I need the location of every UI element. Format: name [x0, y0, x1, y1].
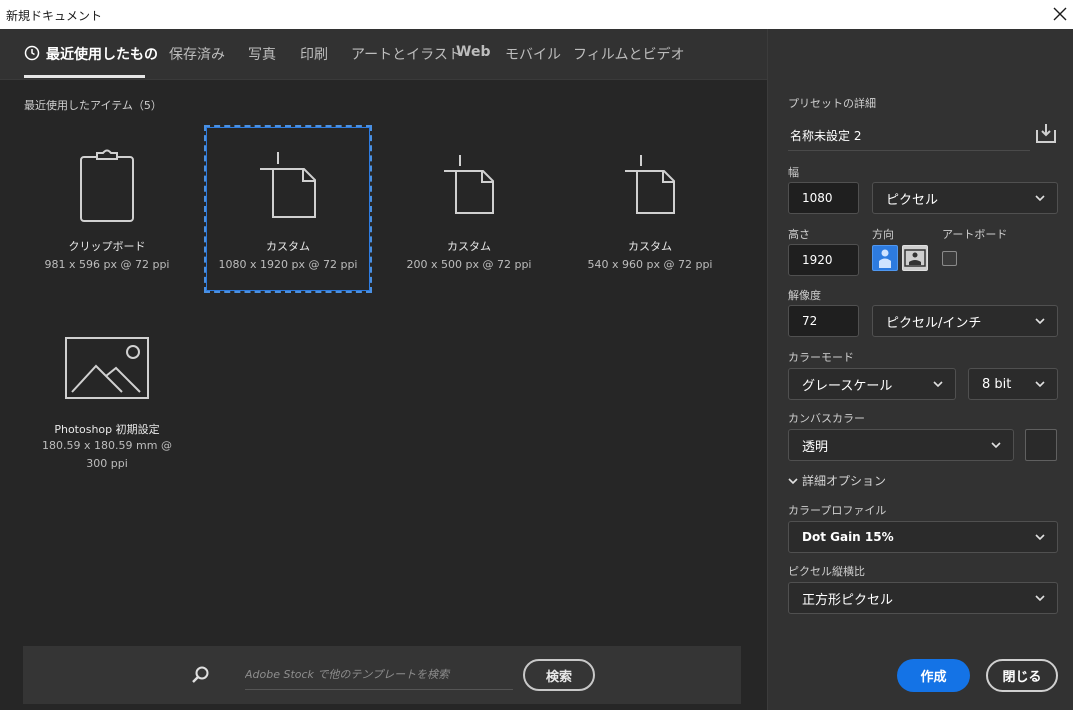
tab-photo[interactable]: 写真 [248, 44, 276, 64]
chevron-down-icon [1035, 595, 1045, 602]
active-tab-indicator [24, 75, 145, 78]
resolution-unit-select[interactable]: ピクセル/インチ [872, 305, 1058, 337]
preset-details-panel: プリセットの詳細 名称未設定 2 幅 1080 ピクセル 高さ 方向 アートボー… [767, 29, 1073, 710]
tab-mobile[interactable]: モバイル [505, 44, 561, 64]
search-icon [192, 666, 209, 683]
panel-header: プリセットの詳細 [788, 97, 876, 110]
color-mode-value: グレースケール [802, 378, 893, 394]
image-placeholder-icon [65, 337, 149, 399]
canvas-color-swatch[interactable] [1025, 429, 1057, 461]
clipboard-icon [80, 149, 134, 222]
advanced-options-label: 詳細オプション [802, 474, 887, 488]
tab-web[interactable]: Web [456, 44, 490, 60]
new-document-icon [444, 155, 494, 214]
preset-name: カスタム [266, 240, 310, 253]
canvas-color-label: カンバスカラー [788, 412, 865, 425]
preset-name: カスタム [447, 240, 491, 253]
color-mode-label: カラーモード [788, 351, 854, 364]
search-button[interactable]: 検索 [523, 659, 595, 691]
height-label: 高さ [788, 228, 810, 241]
create-button[interactable]: 作成 [897, 659, 970, 692]
color-profile-select[interactable]: Dot Gain 15% [788, 521, 1058, 553]
section-title: 最近使用したアイテム（5） [24, 99, 162, 112]
chevron-down-icon [1035, 534, 1045, 541]
preset-custom-540x960[interactable]: カスタム 540 x 960 px @ 72 ppi [566, 125, 734, 293]
chevron-down-icon [1035, 318, 1045, 325]
landscape-icon [904, 249, 926, 267]
preset-name: クリップボード [68, 240, 146, 253]
new-document-icon [625, 155, 675, 214]
save-preset-icon[interactable] [1034, 121, 1058, 145]
chevron-down-icon [788, 477, 798, 484]
preset-clipboard[interactable]: クリップボード 981 x 596 px @ 72 ppi [23, 125, 191, 293]
pixel-aspect-label: ピクセル縦横比 [788, 565, 865, 578]
orientation-label: 方向 [872, 228, 894, 241]
height-input[interactable]: 1920 [788, 244, 859, 276]
preset-photoshop-default[interactable]: Photoshop 初期設定 180.59 x 180.59 mm @ 300 … [23, 328, 191, 496]
bit-depth-select[interactable]: 8 bit [968, 368, 1058, 400]
stock-search-input[interactable] [245, 660, 513, 690]
new-document-icon [260, 152, 316, 218]
preset-spec: 1080 x 1920 px @ 72 ppi [218, 258, 358, 271]
preset-custom-1080x1920[interactable]: カスタム 1080 x 1920 px @ 72 ppi [204, 125, 372, 293]
color-profile-value: Dot Gain 15% [802, 530, 894, 544]
stock-search-bar: 検索 [23, 646, 741, 704]
close-icon[interactable] [1051, 5, 1069, 23]
width-label: 幅 [788, 166, 799, 179]
window-title: 新規ドキュメント [6, 9, 103, 23]
chevron-down-icon [991, 442, 1001, 449]
preset-spec: 180.59 x 180.59 mm @ 300 ppi [42, 439, 172, 470]
tab-art-illustration[interactable]: アートとイラスト [351, 44, 462, 64]
chevron-down-icon [1035, 381, 1045, 388]
advanced-options-toggle[interactable]: 詳細オプション [788, 472, 886, 489]
bit-depth-value: 8 bit [982, 376, 1012, 392]
resolution-unit-value: ピクセル/インチ [886, 315, 982, 331]
title-bar: 新規ドキュメント [0, 0, 1073, 29]
preset-name: カスタム [628, 240, 672, 253]
width-unit-value: ピクセル [886, 192, 939, 208]
color-profile-label: カラープロファイル [788, 504, 887, 517]
tab-label: 最近使用したもの [46, 47, 158, 63]
preset-name-input[interactable]: 名称未設定 2 [788, 119, 1030, 151]
pixel-aspect-select[interactable]: 正方形ピクセル [788, 582, 1058, 614]
orientation-landscape-button[interactable] [902, 245, 928, 271]
recent-items-area: 最近使用したアイテム（5） クリップボード 981 x 596 px @ 72 … [0, 80, 767, 710]
tab-saved[interactable]: 保存済み [169, 44, 225, 64]
color-mode-select[interactable]: グレースケール [788, 368, 956, 400]
close-button[interactable]: 閉じる [986, 659, 1058, 692]
clock-icon [24, 45, 40, 61]
portrait-icon [879, 249, 891, 268]
canvas-color-value: 透明 [802, 439, 829, 455]
preset-spec: 981 x 596 px @ 72 ppi [44, 258, 170, 271]
orientation-portrait-button[interactable] [872, 245, 898, 271]
preset-spec: 540 x 960 px @ 72 ppi [587, 258, 713, 271]
preset-custom-200x500[interactable]: カスタム 200 x 500 px @ 72 ppi [385, 125, 553, 293]
width-input[interactable]: 1080 [788, 182, 859, 214]
chevron-down-icon [933, 381, 943, 388]
tab-film-video[interactable]: フィルムとビデオ [573, 44, 684, 64]
width-unit-select[interactable]: ピクセル [872, 182, 1058, 214]
canvas-color-select[interactable]: 透明 [788, 429, 1014, 461]
preset-name: Photoshop 初期設定 [54, 423, 160, 436]
tab-recent[interactable]: 最近使用したもの [24, 44, 158, 64]
artboard-label: アートボード [942, 228, 1008, 241]
artboard-checkbox[interactable] [942, 251, 957, 266]
tab-print[interactable]: 印刷 [300, 44, 328, 64]
preset-spec: 200 x 500 px @ 72 ppi [406, 258, 532, 271]
resolution-input[interactable]: 72 [788, 305, 859, 337]
category-tabs: 最近使用したもの 保存済み 写真 印刷 アートとイラスト Web モバイル フィ… [0, 29, 767, 80]
pixel-aspect-value: 正方形ピクセル [802, 592, 894, 608]
chevron-down-icon [1035, 195, 1045, 202]
resolution-label: 解像度 [788, 289, 821, 302]
